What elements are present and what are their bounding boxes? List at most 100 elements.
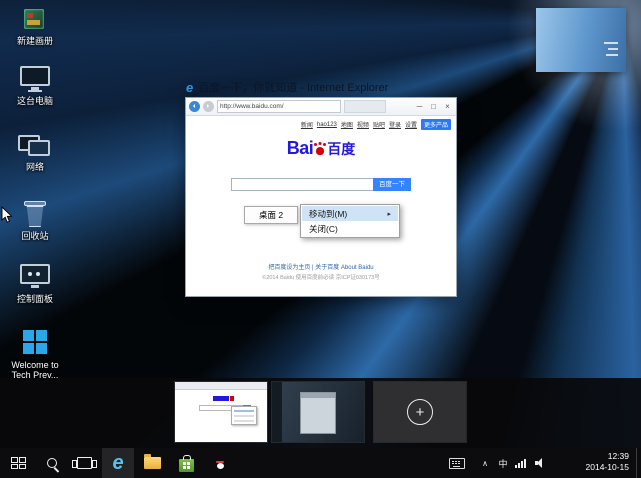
taskbar-store-button[interactable] xyxy=(172,448,200,478)
task-view-button[interactable] xyxy=(70,448,98,478)
mini-window xyxy=(300,392,336,434)
baidu-top-nav: 新闻 hao123 地图 视频 贴吧 登录 设置 更多产品 xyxy=(301,119,451,130)
desktop-icon-control-panel[interactable]: 控制面板 xyxy=(4,262,66,304)
browser-tab[interactable] xyxy=(344,100,386,113)
ie-icon: e xyxy=(186,81,193,94)
desktop-icon-label: 网络 xyxy=(4,162,66,172)
folder-icon xyxy=(144,457,161,469)
desktop-icon-new-album[interactable]: 新建画册 xyxy=(4,6,66,46)
plus-icon: + xyxy=(407,399,433,425)
desktop-icon-this-pc[interactable]: 这台电脑 xyxy=(4,64,66,106)
chevron-up-icon: ∧ xyxy=(482,459,488,468)
baidu-footer-links[interactable]: 把百度设为主页 | 关于百度 About Baidu xyxy=(186,262,456,271)
this-pc-icon xyxy=(18,66,52,94)
thumbnail-detail xyxy=(606,54,618,56)
submenu-arrow-icon: ▸ xyxy=(387,210,391,218)
keyboard-icon xyxy=(449,458,465,469)
taskbar: e ∧ 中 12:39 2014-10-15 xyxy=(0,448,641,478)
desktop-icon-recycle-bin[interactable]: 回收站 xyxy=(4,198,66,241)
baidu-footer: 把百度设为主页 | 关于百度 About Baidu ©2014 Baidu 使… xyxy=(186,262,456,281)
clock-date: 2014-10-15 xyxy=(586,462,629,473)
ie-window-preview[interactable]: http://www.baidu.com/ ─ □ × 新闻 hao123 地图… xyxy=(185,97,457,297)
browser-chrome: http://www.baidu.com/ ─ □ × xyxy=(186,98,456,116)
task-view-icon xyxy=(77,457,92,469)
baidu-search-input[interactable] xyxy=(231,178,373,191)
clock-time: 12:39 xyxy=(586,451,629,462)
mini-context-menu xyxy=(231,406,257,425)
thumbnail-detail xyxy=(608,48,618,50)
ie-icon: e xyxy=(112,453,123,473)
desktop-icon-label: 这台电脑 xyxy=(4,96,66,106)
desktop-icon-label: 新建画册 xyxy=(4,36,66,46)
thumbnail-detail xyxy=(604,42,618,44)
taskbar-clock[interactable]: 12:39 2014-10-15 xyxy=(586,451,629,474)
network-icon xyxy=(515,465,517,468)
context-menu: 移动到(M) ▸ 关闭(C) xyxy=(300,204,400,238)
taskview-thumbnail-ie[interactable] xyxy=(175,382,267,442)
baidu-logo-bai: Bai xyxy=(287,138,314,158)
window-thumbnail-corner[interactable] xyxy=(536,8,626,72)
ime-indicator[interactable]: 中 xyxy=(495,448,511,478)
baidu-logo: Bai 百度 xyxy=(186,138,456,159)
windows-logo-icon xyxy=(11,457,26,469)
show-desktop-button[interactable] xyxy=(636,448,641,478)
tray-overflow-button[interactable]: ∧ xyxy=(478,448,492,478)
taskbar-qq-button[interactable] xyxy=(206,448,234,478)
address-bar[interactable]: http://www.baidu.com/ xyxy=(217,100,341,113)
qq-penguin-icon xyxy=(213,455,227,471)
desktop-icon-label: 回收站 xyxy=(4,231,66,241)
recycle-bin-icon xyxy=(18,201,52,229)
control-panel-icon xyxy=(18,264,52,292)
baidu-footer-copyright: ©2014 Baidu 使用百度前必读 京ICP证030173号 xyxy=(186,273,456,281)
task-view-strip: + xyxy=(0,378,641,448)
network-icon xyxy=(18,132,52,160)
taskbar-ie-button[interactable]: e xyxy=(102,448,134,478)
mini-baidu-logo xyxy=(213,396,229,401)
baidu-nav-link[interactable]: hao123 xyxy=(317,122,337,128)
network-tray-button[interactable] xyxy=(513,448,529,478)
album-icon xyxy=(18,6,52,34)
baidu-more-button[interactable]: 更多产品 xyxy=(421,119,451,130)
menu-item-label: 关闭(C) xyxy=(309,223,338,235)
baidu-nav-link[interactable]: 视频 xyxy=(357,120,369,129)
desktop-icon-network[interactable]: 网络 xyxy=(4,132,66,172)
start-button[interactable] xyxy=(4,448,32,478)
menu-item-close[interactable]: 关闭(C) xyxy=(302,221,398,236)
close-button[interactable]: × xyxy=(442,100,453,114)
address-url: http://www.baidu.com/ xyxy=(220,103,284,110)
baidu-paw-icon xyxy=(314,142,326,156)
minimize-button[interactable]: ─ xyxy=(414,100,425,114)
search-button[interactable] xyxy=(38,448,66,478)
baidu-nav-link[interactable]: 设置 xyxy=(405,120,417,129)
baidu-logo-du: 百度 xyxy=(327,141,355,157)
desktop-icon-welcome[interactable]: Welcome to Tech Prev... xyxy=(4,328,66,381)
baidu-nav-link[interactable]: 贴吧 xyxy=(373,120,385,129)
preview-window-title: 百度一下，你就知道 - Internet Explorer xyxy=(198,79,388,95)
windows-logo-icon xyxy=(18,330,52,358)
back-icon[interactable] xyxy=(189,101,200,112)
mini-sidebar xyxy=(272,382,282,442)
search-icon xyxy=(47,458,57,468)
touch-keyboard-button[interactable] xyxy=(448,448,466,478)
baidu-search-row: 百度一下 xyxy=(231,178,411,191)
menu-item-move-to[interactable]: 移动到(M) ▸ xyxy=(302,206,398,221)
volume-tray-button[interactable] xyxy=(532,448,548,478)
baidu-nav-link[interactable]: 新闻 xyxy=(301,120,313,129)
speaker-icon xyxy=(535,458,546,468)
taskbar-explorer-button[interactable] xyxy=(138,448,166,478)
baidu-nav-link[interactable]: 登录 xyxy=(389,120,401,129)
baidu-nav-link[interactable]: 地图 xyxy=(341,120,353,129)
maximize-button[interactable]: □ xyxy=(428,100,439,114)
preview-window-header: e 百度一下，你就知道 - Internet Explorer xyxy=(186,79,388,95)
mini-browser-chrome xyxy=(175,382,267,390)
taskview-thumbnail-desktop2[interactable] xyxy=(272,382,364,442)
baidu-page: 新闻 hao123 地图 视频 贴吧 登录 设置 更多产品 Bai 百度 百度一下… xyxy=(186,116,456,296)
add-desktop-button[interactable]: + xyxy=(374,382,466,442)
desktop-icon-label: 控制面板 xyxy=(4,294,66,304)
ime-label: 中 xyxy=(498,457,507,470)
menu-item-label: 移动到(M) xyxy=(309,208,347,220)
forward-icon[interactable] xyxy=(203,101,214,112)
baidu-search-button[interactable]: 百度一下 xyxy=(373,178,411,191)
desktop: 新建画册 这台电脑 网络 回收站 控制面板 Welcome to Tech Pr… xyxy=(0,0,641,478)
desktop-badge: 桌面 2 xyxy=(244,206,298,224)
